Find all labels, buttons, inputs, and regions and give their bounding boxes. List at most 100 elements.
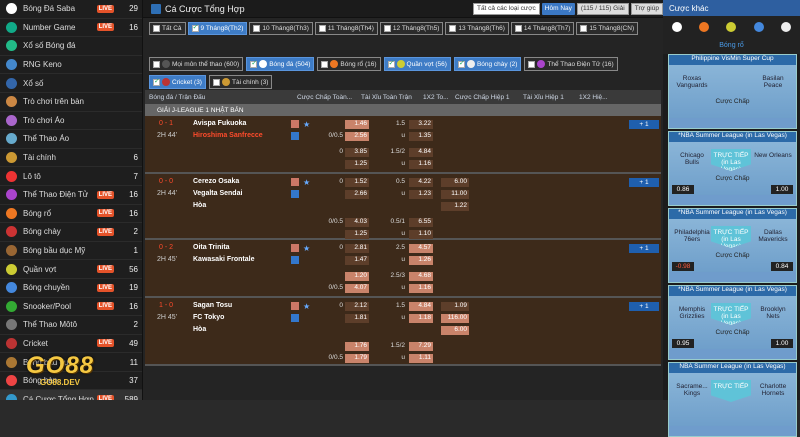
team-name[interactable]: Hiroshima Sanfrecce bbox=[193, 132, 263, 139]
over-under-odd[interactable]: 6.55 bbox=[409, 218, 433, 227]
sidebar-item[interactable]: Tài chính 6 bbox=[0, 149, 142, 168]
more-bets-button[interactable]: + 1 bbox=[629, 178, 659, 187]
live-tv-icon[interactable] bbox=[291, 190, 299, 198]
checkbox[interactable] bbox=[250, 59, 258, 68]
checkbox[interactable] bbox=[153, 60, 160, 68]
card-odd-away[interactable]: 0.84 bbox=[771, 261, 793, 271]
date-filter[interactable]: 9 Tháng8(Th2) bbox=[187, 22, 248, 35]
card-odd-away[interactable]: 1.00 bbox=[771, 338, 793, 348]
match-card[interactable]: Philippine VisMin Super Cup Roxas Vanguar… bbox=[668, 54, 797, 129]
live-tv-icon[interactable] bbox=[291, 314, 299, 322]
handicap-odd[interactable]: 2.12 bbox=[345, 302, 369, 311]
1x2-odd[interactable]: 11.00 bbox=[441, 190, 469, 199]
baseball-icon[interactable] bbox=[781, 22, 792, 32]
live-tv-icon[interactable] bbox=[291, 256, 299, 264]
checkbox[interactable] bbox=[383, 25, 391, 32]
live-tv-icon[interactable] bbox=[291, 132, 299, 140]
card-odd-home[interactable]: 0.95 bbox=[672, 338, 694, 348]
date-filter[interactable]: 15 Tháng8(CN) bbox=[576, 22, 639, 35]
team-name[interactable]: Hòa bbox=[193, 326, 206, 333]
sport-filter[interactable]: Bóng rổ (16) bbox=[317, 57, 381, 71]
sidebar-item[interactable]: Quần vợt LIVE 56 bbox=[0, 260, 142, 279]
league-count-select[interactable]: (115 / 115) Giải bbox=[576, 2, 629, 15]
handicap-odd[interactable]: 2.56 bbox=[345, 132, 369, 141]
date-filter[interactable]: 12 Tháng8(Th5) bbox=[379, 22, 444, 35]
sidebar-item[interactable]: Bóng chày LIVE 2 bbox=[0, 223, 142, 242]
sidebar-item[interactable]: RNG Keno bbox=[0, 56, 142, 75]
handicap-odd[interactable]: 1.25 bbox=[345, 160, 369, 169]
card-odd-away[interactable]: 1.00 bbox=[771, 184, 793, 194]
match-card[interactable]: *NBA Summer League (in Las Vegas) Memphis… bbox=[668, 285, 797, 360]
sidebar-item[interactable]: Lô tô 7 bbox=[0, 167, 142, 186]
over-under-odd[interactable]: 1.16 bbox=[409, 284, 433, 293]
bet-type-select[interactable]: Tất cả các loại cược bbox=[472, 2, 540, 15]
over-under-odd[interactable]: 4.57 bbox=[409, 244, 433, 253]
checkbox[interactable] bbox=[457, 59, 465, 68]
sidebar-item[interactable]: Bóng bầu dục Mỹ 1 bbox=[0, 242, 142, 261]
handicap-odd[interactable]: 3.85 bbox=[345, 148, 369, 157]
over-under-odd[interactable]: 4.22 bbox=[409, 178, 433, 187]
sidebar-item[interactable]: Trò chơi Ảo bbox=[0, 112, 142, 131]
favorite-star-icon[interactable]: ★ bbox=[303, 178, 311, 187]
checkbox[interactable] bbox=[387, 59, 395, 68]
over-under-odd[interactable]: 1.11 bbox=[409, 354, 433, 363]
checkbox[interactable] bbox=[528, 60, 536, 68]
team-name[interactable]: Vegalta Sendai bbox=[193, 190, 242, 197]
sport-filter[interactable]: Bóng chày (2) bbox=[453, 57, 522, 71]
checkbox[interactable] bbox=[580, 25, 588, 32]
handicap-odd[interactable]: 1.81 bbox=[345, 314, 369, 323]
soccer-ball-icon[interactable] bbox=[671, 22, 682, 32]
sport-filter[interactable]: Quần vợt (56) bbox=[383, 57, 451, 71]
sidebar-item[interactable]: Bóng Đá Saba LIVE 29 bbox=[0, 0, 142, 19]
card-odd-home[interactable]: -0.98 bbox=[672, 261, 694, 271]
more-bets-button[interactable]: + 1 bbox=[629, 120, 659, 129]
1x2-odd[interactable]: 116.00 bbox=[441, 314, 469, 323]
date-filter[interactable]: 14 Tháng8(Th7) bbox=[510, 22, 575, 35]
handicap-odd[interactable]: 1.20 bbox=[345, 272, 369, 281]
date-filter[interactable]: 11 Tháng8(Th4) bbox=[314, 22, 378, 35]
tennis-ball-icon[interactable] bbox=[726, 22, 737, 32]
stats-icon[interactable] bbox=[291, 120, 299, 128]
over-under-odd[interactable]: 7.29 bbox=[409, 342, 433, 351]
1x2-odd[interactable]: 1.09 bbox=[441, 302, 469, 311]
handicap-odd[interactable]: 1.46 bbox=[345, 120, 369, 129]
over-under-odd[interactable]: 1.10 bbox=[409, 230, 433, 239]
1x2-odd[interactable]: 6.00 bbox=[441, 326, 469, 335]
date-filter[interactable]: 10 Tháng8(Th3) bbox=[249, 22, 313, 35]
handicap-odd[interactable]: 1.76 bbox=[345, 342, 369, 351]
sidebar-item[interactable]: Bóng chuyền LIVE 19 bbox=[0, 279, 142, 298]
checkbox[interactable] bbox=[318, 25, 326, 32]
1x2-odd[interactable]: 1.22 bbox=[441, 202, 469, 211]
checkbox[interactable] bbox=[153, 25, 160, 32]
help-button[interactable]: Trợ giúp bbox=[630, 2, 663, 15]
handicap-odd[interactable]: 4.03 bbox=[345, 218, 369, 227]
sidebar-item[interactable]: Xổ số Bóng đá bbox=[0, 37, 142, 56]
sidebar-item[interactable]: Thể Thao Môtô 2 bbox=[0, 316, 142, 335]
stats-icon[interactable] bbox=[291, 244, 299, 252]
team-name[interactable]: FC Tokyo bbox=[193, 314, 224, 321]
more-bets-button[interactable]: + 1 bbox=[629, 244, 659, 253]
card-odd-home[interactable]: 0.86 bbox=[672, 184, 694, 194]
team-name[interactable]: Sagan Tosu bbox=[193, 302, 232, 309]
handicap-odd[interactable]: 2.81 bbox=[345, 244, 369, 253]
checkbox[interactable] bbox=[253, 25, 261, 32]
over-under-odd[interactable]: 4.68 bbox=[409, 272, 433, 281]
match-card[interactable]: *NBA Summer League (in Las Vegas) Chicago… bbox=[668, 131, 797, 206]
over-under-odd[interactable]: 1.23 bbox=[409, 190, 433, 199]
checkbox[interactable] bbox=[153, 77, 160, 86]
team-name[interactable]: Cerezo Osaka bbox=[193, 178, 239, 185]
favorite-star-icon[interactable]: ★ bbox=[303, 120, 311, 129]
over-under-odd[interactable]: 4.84 bbox=[409, 302, 433, 311]
sport-filter[interactable]: Cricket (3) bbox=[149, 75, 206, 89]
team-name[interactable]: Kawasaki Frontale bbox=[193, 256, 254, 263]
match-card[interactable]: *NBA Summer League (in Las Vegas) Philade… bbox=[668, 208, 797, 283]
handicap-odd[interactable]: 4.07 bbox=[345, 284, 369, 293]
handicap-odd[interactable]: 2.66 bbox=[345, 190, 369, 199]
sport-filter[interactable]: Mọi môn thể thao (600) bbox=[149, 57, 244, 71]
league-header[interactable]: GIẢI J-LEAGUE 1 NHẬT BẢN bbox=[145, 104, 661, 116]
over-under-odd[interactable]: 1.35 bbox=[409, 132, 433, 141]
1x2-odd[interactable]: 6.00 bbox=[441, 178, 469, 187]
over-under-odd[interactable]: 3.22 bbox=[409, 120, 433, 129]
over-under-odd[interactable]: 1.18 bbox=[409, 314, 433, 323]
handicap-odd[interactable]: 1.79 bbox=[345, 354, 369, 363]
